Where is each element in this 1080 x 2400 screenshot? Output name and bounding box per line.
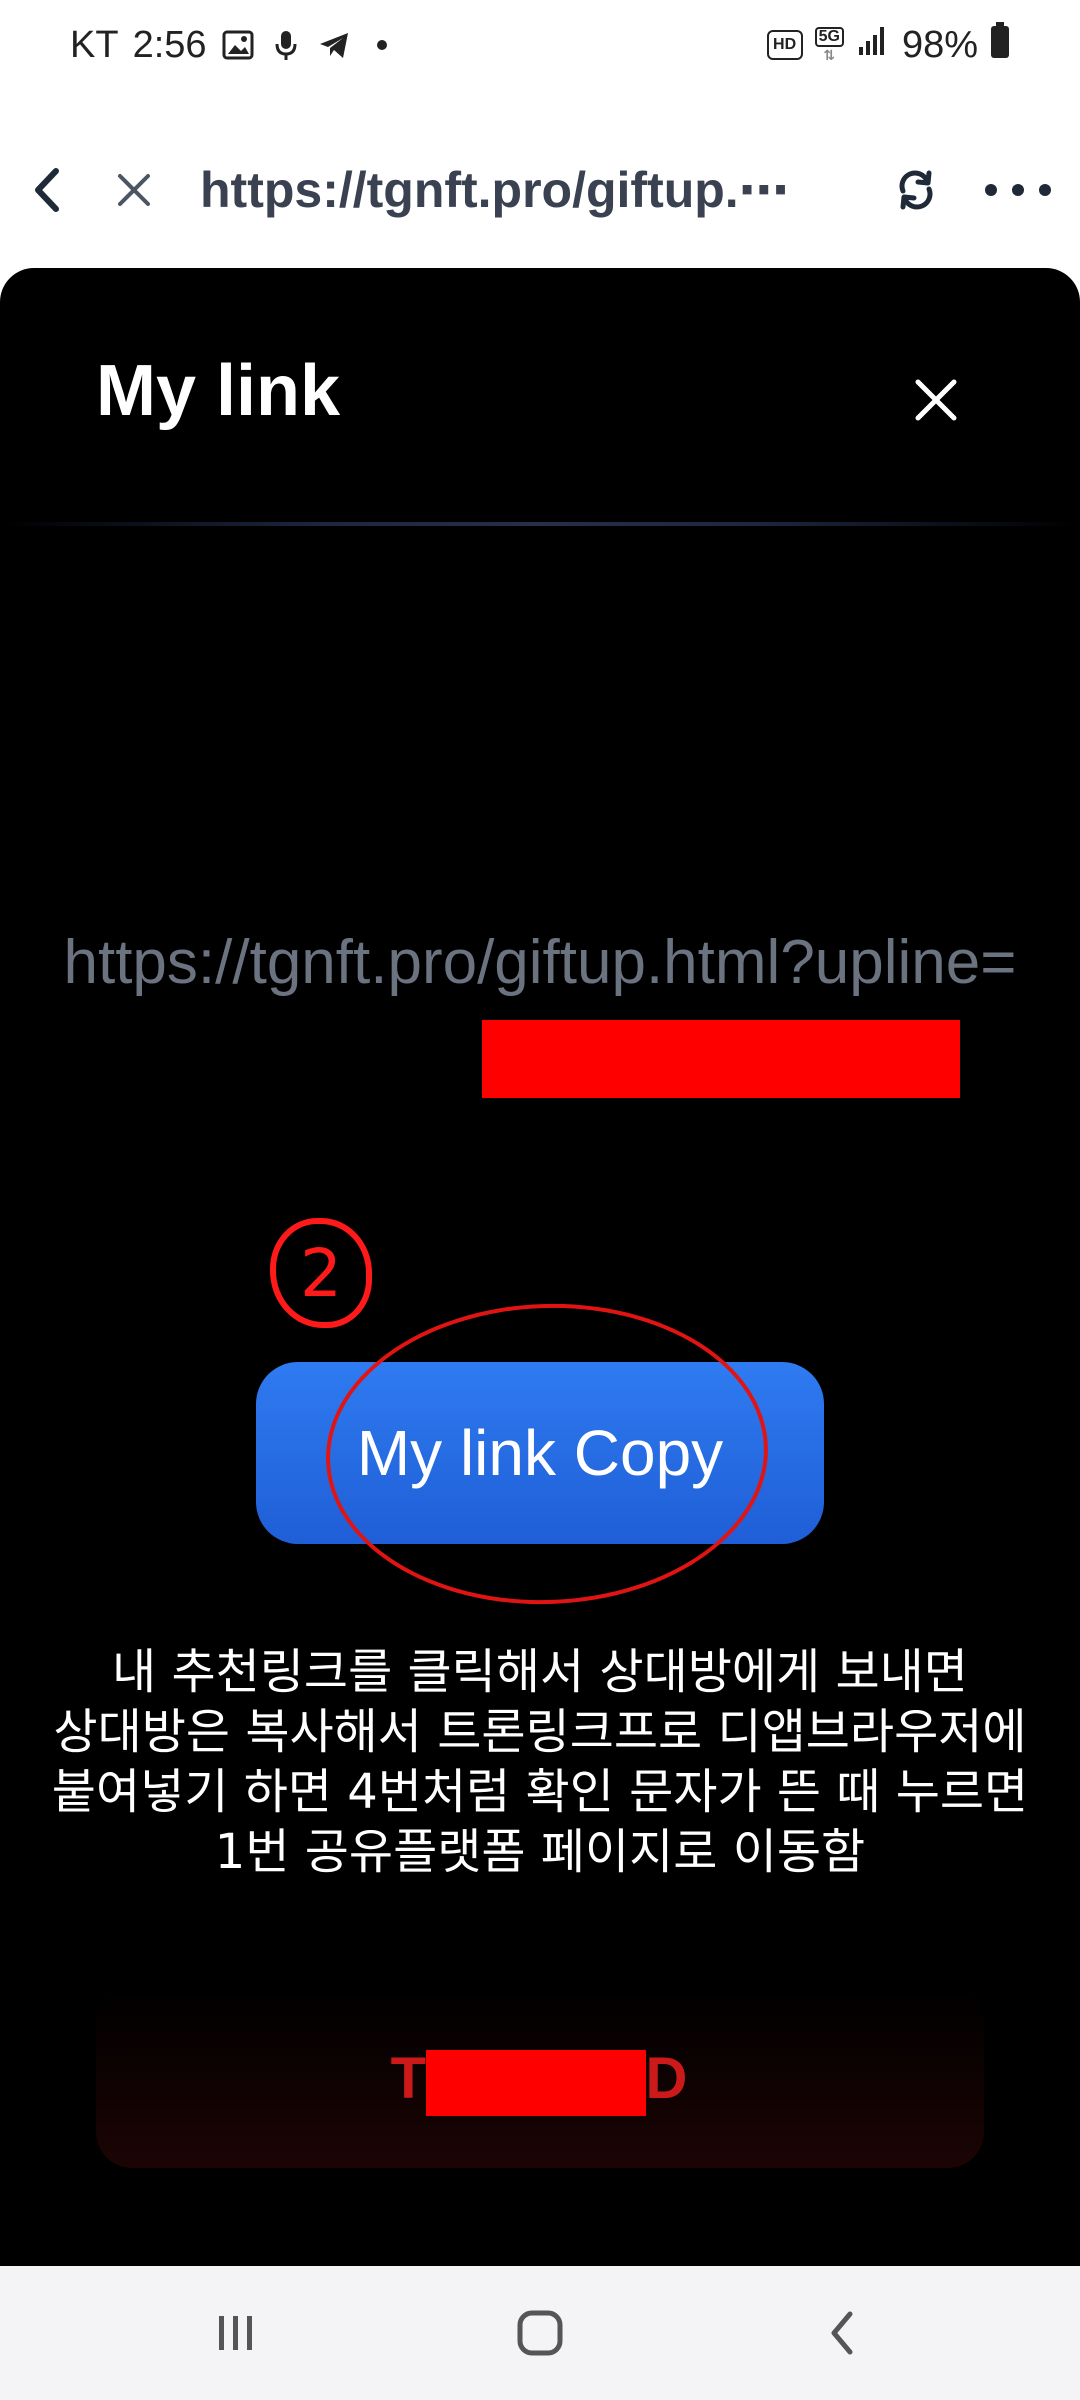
- chevron-left-icon: [831, 2311, 853, 2355]
- close-icon: [915, 379, 957, 421]
- status-left: KT 2:56: [70, 20, 399, 70]
- home-icon: [517, 2310, 563, 2356]
- clock: 2:56: [132, 23, 207, 66]
- system-nav-bar: [0, 2266, 1080, 2400]
- data-arrows-icon: ⇅: [823, 47, 836, 63]
- modal-divider: [0, 522, 1080, 526]
- more-options-button[interactable]: [970, 154, 1066, 226]
- status-bar: KT 2:56 HD 5G ⇅ 98%: [0, 0, 1080, 90]
- instruction-text: 내 추천링크를 클릭해서 상대방에게 보내면 상대방은 복사해서 트론링크프로 …: [30, 1642, 1050, 1882]
- carrier-label: KT: [70, 23, 119, 66]
- system-back-button[interactable]: [802, 2296, 882, 2370]
- redaction-box: [482, 1020, 960, 1098]
- redaction-box: [426, 2050, 646, 2116]
- modal-close-button[interactable]: [900, 364, 972, 436]
- modal-title: My link: [96, 351, 341, 431]
- notification-dot-icon: [365, 28, 399, 62]
- instruction-line: 내 추천링크를 클릭해서 상대방에게 보내면: [112, 1644, 968, 1700]
- battery-icon: [990, 21, 1010, 69]
- copy-link-button[interactable]: My link Copy: [256, 1362, 824, 1544]
- refresh-button[interactable]: [880, 154, 952, 226]
- telegram-icon: [317, 28, 351, 62]
- instruction-line: 붙여넣기 하면 4번처럼 확인 문자가 뜬 때 누르면: [51, 1764, 1029, 1820]
- status-right: HD 5G ⇅ 98%: [766, 20, 1010, 70]
- annotation-number-badge: 2: [270, 1218, 372, 1328]
- more-horizontal-icon: [985, 184, 1051, 196]
- network-5g-icon: 5G ⇅: [814, 27, 844, 63]
- instruction-line: 1번 공유플랫폼 페이지로 이동함: [214, 1824, 866, 1880]
- recent-apps-button[interactable]: [196, 2296, 276, 2370]
- refresh-icon: [899, 170, 933, 210]
- close-icon: [118, 174, 150, 206]
- home-button[interactable]: [500, 2296, 580, 2370]
- gallery-icon: [221, 28, 255, 62]
- recent-apps-icon: [219, 2316, 252, 2350]
- back-button[interactable]: [12, 154, 84, 226]
- hd-voice-icon: HD: [766, 30, 803, 60]
- microphone-icon: [269, 28, 303, 62]
- url-bar[interactable]: https://tgnft.pro/giftup.⋯: [200, 158, 800, 222]
- chevron-left-icon: [35, 168, 59, 212]
- close-tab-button[interactable]: [98, 154, 170, 226]
- my-link-modal: My link https://tgnft.pro/giftup.html?up…: [0, 268, 1080, 2266]
- network-label: 5G: [814, 27, 844, 47]
- bottom-action-card[interactable]: T D: [96, 1988, 984, 2168]
- browser-toolbar: https://tgnft.pro/giftup.⋯: [0, 130, 1080, 250]
- signal-icon: [856, 23, 890, 67]
- instruction-line: 상대방은 복사해서 트론링크프로 디앱브라우저에: [53, 1704, 1027, 1760]
- battery-percent: 98%: [901, 23, 978, 66]
